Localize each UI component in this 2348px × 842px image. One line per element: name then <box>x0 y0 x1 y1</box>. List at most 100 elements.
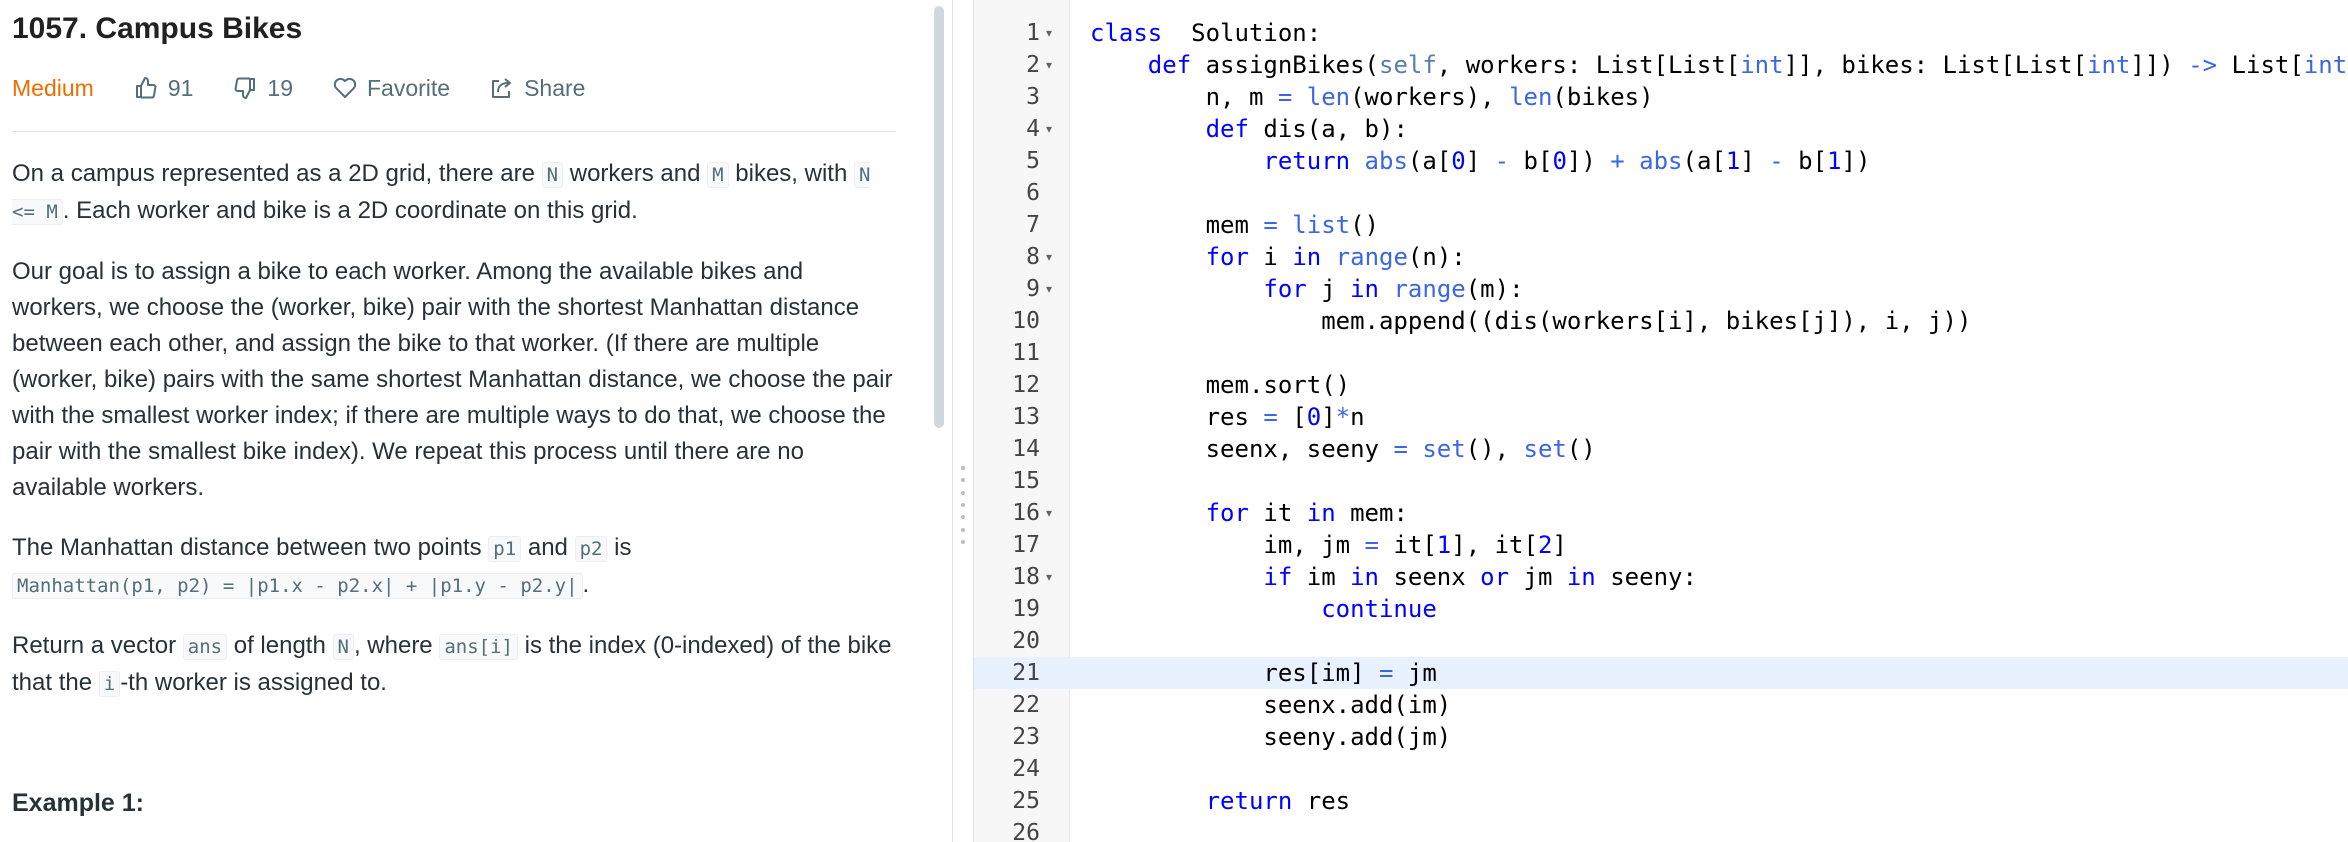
code-line[interactable]: 23 seeny.add(jm) <box>974 721 2348 753</box>
code-text: im, jm = it[1], it[2] <box>1090 531 1567 559</box>
code-text: for i in range(n): <box>1205 243 1466 271</box>
favorite-label: Favorite <box>367 74 451 101</box>
code-line[interactable]: 10 mem.append((dis(workers[i], bikes[j])… <box>974 305 2348 337</box>
code-text: class Solution: <box>1090 19 1322 47</box>
inline-code: p1 <box>488 536 522 562</box>
fold-arrow-icon[interactable]: ▾ <box>1046 241 1052 273</box>
line-number: 24 <box>1012 756 1040 782</box>
code-line[interactable]: 19 continue <box>974 593 2348 625</box>
divider <box>12 131 896 132</box>
code-line[interactable]: 12 mem.sort() <box>974 369 2348 401</box>
dislike-button[interactable]: 19 <box>233 75 293 102</box>
active-code-line[interactable]: 21 res[im] = jm <box>974 657 2348 689</box>
line-number: 1 <box>1026 20 1040 46</box>
description-paragraph-3: The Manhattan distance between two point… <box>12 534 632 599</box>
inline-code: M <box>707 162 729 188</box>
line-number: 18 <box>1012 564 1040 590</box>
code-line[interactable]: 22 seenx.add(im) <box>974 689 2348 721</box>
line-number: 17 <box>1012 532 1040 558</box>
code-text: continue <box>1321 595 1437 623</box>
fold-arrow-icon[interactable]: ▾ <box>1046 273 1052 305</box>
line-number: 12 <box>1012 372 1040 398</box>
code-line[interactable]: 5 return abs(a[0] - b[0]) + abs(a[1] - b… <box>974 145 2348 177</box>
code-line[interactable]: 2 ▾ def assignBikes(self, workers: List[L… <box>974 49 2348 81</box>
drag-handle-icon[interactable] <box>961 466 965 544</box>
pane-splitter[interactable] <box>952 0 974 842</box>
fold-arrow-icon[interactable]: ▾ <box>1046 113 1052 145</box>
difficulty-badge: Medium <box>12 74 94 101</box>
thumbs-up-icon <box>135 77 157 99</box>
code-text: if im in seenx or jm in seeny: <box>1263 563 1697 591</box>
code-line[interactable]: 9 ▾ for j in range(m): <box>974 273 2348 305</box>
code-text: mem = list() <box>1090 211 1379 239</box>
line-number: 7 <box>1026 212 1040 238</box>
inline-code: ans[i] <box>439 634 518 660</box>
share-button[interactable]: Share <box>490 75 585 102</box>
line-number: 2 <box>1026 52 1040 78</box>
line-number: 5 <box>1026 148 1040 174</box>
code-line[interactable]: 26 <box>974 817 2348 842</box>
code-text: n, m = len(workers), len(bikes) <box>1090 83 1654 111</box>
code-line[interactable]: 15 <box>974 465 2348 497</box>
code-line[interactable]: 16 ▾ for it in mem: <box>974 497 2348 529</box>
line-number: 19 <box>1012 596 1040 622</box>
dislike-count: 19 <box>267 74 293 101</box>
line-number: 21 <box>1012 660 1040 686</box>
code-text: seenx, seeny = set(), set() <box>1090 435 1596 463</box>
code-line[interactable]: 8 ▾ for i in range(n): <box>974 241 2348 273</box>
code-text: return abs(a[0] - b[0]) + abs(a[1] - b[1… <box>1263 147 1871 175</box>
description-paragraph-1: On a campus represented as a 2D grid, th… <box>12 160 871 225</box>
code-text: def assignBikes(self, workers: List[List… <box>1147 51 2348 79</box>
inline-code: ans <box>182 634 228 660</box>
favorite-button[interactable]: Favorite <box>333 75 450 102</box>
code-text: return res <box>1205 787 1351 815</box>
inline-code: Manhattan(p1, p2) = |p1.x - p2.x| + |p1.… <box>12 573 583 599</box>
line-number: 4 <box>1026 116 1040 142</box>
code-line[interactable]: 25 return res <box>974 785 2348 817</box>
line-number: 15 <box>1012 468 1040 494</box>
code-line[interactable]: 3 n, m = len(workers), len(bikes) <box>974 81 2348 113</box>
code-line[interactable]: 20 <box>974 625 2348 657</box>
fold-arrow-icon[interactable]: ▾ <box>1046 49 1052 81</box>
line-number: 14 <box>1012 436 1040 462</box>
code-text: seeny.add(jm) <box>1090 723 1452 751</box>
line-number: 11 <box>1012 340 1040 366</box>
description-scrollbar[interactable] <box>934 6 944 428</box>
code-text: for j in range(m): <box>1263 275 1524 303</box>
like-button[interactable]: 91 <box>134 74 194 102</box>
share-icon <box>492 78 512 98</box>
code-lines: 1 ▾ class Solution: 2 ▾ def assignBikes(self… <box>974 17 2348 842</box>
code-line[interactable]: 17 im, jm = it[1], it[2] <box>974 529 2348 561</box>
code-line[interactable]: 7 mem = list() <box>974 209 2348 241</box>
line-number: 20 <box>1012 628 1040 654</box>
inline-code: i <box>98 671 121 697</box>
fold-arrow-icon[interactable]: ▾ <box>1046 17 1052 49</box>
problem-meta-bar: Medium 91 19 Favorite Share <box>12 70 625 106</box>
description-paragraph-4: Return a vector ans of length N, where a… <box>12 632 892 697</box>
code-line[interactable]: 1 ▾ class Solution: <box>974 17 2348 49</box>
code-text: mem.append((dis(workers[i], bikes[j]), i… <box>1090 307 1972 335</box>
like-count: 91 <box>167 74 194 101</box>
code-line[interactable]: 24 <box>974 753 2348 785</box>
problem-title: 1057. Campus Bikes <box>12 12 303 45</box>
code-editor[interactable]: 1 ▾ class Solution: 2 ▾ def assignBikes(self… <box>974 0 2348 842</box>
code-text: mem.sort() <box>1090 371 1351 399</box>
code-text: seenx.add(im) <box>1090 691 1452 719</box>
line-number: 23 <box>1012 724 1040 750</box>
code-line[interactable]: 18 ▾ if im in seenx or jm in seeny: <box>974 561 2348 593</box>
fold-arrow-icon[interactable]: ▾ <box>1046 497 1052 529</box>
inline-code: N <box>332 634 354 660</box>
code-line[interactable]: 11 <box>974 337 2348 369</box>
example-heading: Example 1: <box>12 789 145 817</box>
code-line[interactable]: 6 <box>974 177 2348 209</box>
fold-arrow-icon[interactable]: ▾ <box>1046 561 1052 593</box>
line-number: 22 <box>1012 692 1040 718</box>
code-line[interactable]: 14 seenx, seeny = set(), set() <box>974 433 2348 465</box>
code-line[interactable]: 13 res = [0]*n <box>974 401 2348 433</box>
line-number: 8 <box>1026 244 1040 270</box>
code-line[interactable]: 4 ▾ def dis(a, b): <box>974 113 2348 145</box>
inline-code: N <box>541 162 564 188</box>
problem-description: On a campus represented as a 2D grid, th… <box>12 156 896 726</box>
inline-code: p2 <box>574 536 608 562</box>
line-number: 6 <box>1026 180 1040 206</box>
